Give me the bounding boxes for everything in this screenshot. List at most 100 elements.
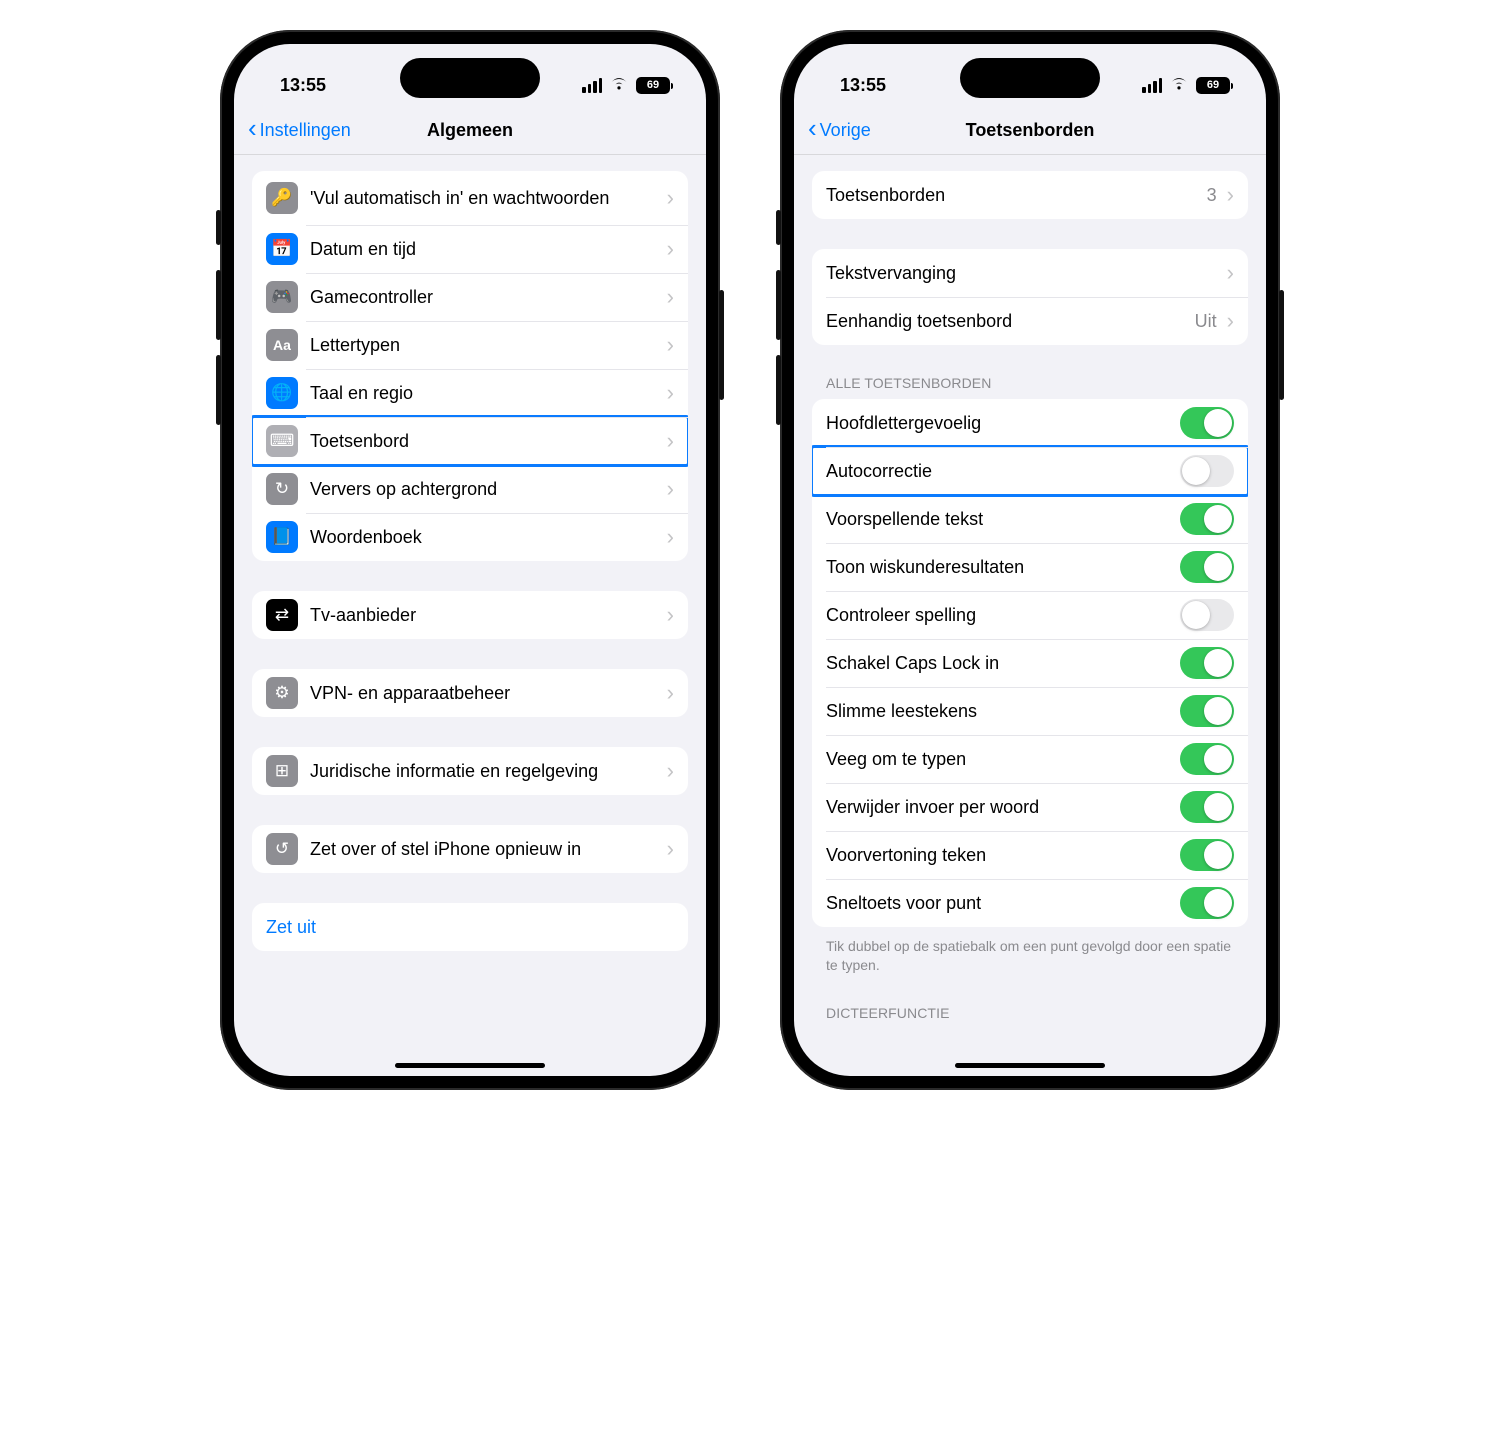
toggle-switch[interactable] xyxy=(1180,551,1234,583)
nav-bar: ‹ Instellingen Algemeen xyxy=(234,106,706,154)
back-label: Vorige xyxy=(820,120,871,141)
settings-content[interactable]: Toetsenborden3›Tekstvervanging›Eenhandig… xyxy=(794,155,1266,1076)
globe-icon: 🌐 xyxy=(266,377,298,409)
row-label: Taal en regio xyxy=(310,382,663,405)
settings-group: Zet uit xyxy=(252,903,688,951)
battery-icon: 69 xyxy=(1196,77,1230,94)
settings-toggle-row[interactable]: Voorspellende tekst xyxy=(812,495,1248,543)
settings-toggle-row[interactable]: Autocorrectie xyxy=(812,447,1248,495)
row-label: Datum en tijd xyxy=(310,238,663,261)
gear-icon: ⚙ xyxy=(266,677,298,709)
settings-row[interactable]: ⌨Toetsenbord› xyxy=(252,417,688,465)
row-label: Veeg om te typen xyxy=(826,748,1180,771)
settings-toggle-row[interactable]: Controleer spelling xyxy=(812,591,1248,639)
row-label: Juridische informatie en regelgeving xyxy=(310,760,663,783)
settings-link-row[interactable]: Zet uit xyxy=(252,903,688,951)
row-label: 'Vul automatisch in' en wachtwoorden xyxy=(310,183,663,214)
row-label: Zet uit xyxy=(266,916,674,939)
dynamic-island xyxy=(400,58,540,98)
toggle-switch[interactable] xyxy=(1180,791,1234,823)
toggle-switch[interactable] xyxy=(1180,599,1234,631)
settings-row[interactable]: 🎮Gamecontroller› xyxy=(252,273,688,321)
chevron-left-icon: ‹ xyxy=(248,113,257,144)
back-label: Instellingen xyxy=(260,120,351,141)
settings-row[interactable]: 🌐Taal en regio› xyxy=(252,369,688,417)
chevron-right-icon: › xyxy=(667,428,674,454)
phone-left: 13:55 69 ‹ Instellingen Algemeen 🔑 'Vul a… xyxy=(220,30,720,1090)
settings-row[interactable]: Tekstvervanging› xyxy=(812,249,1248,297)
phone-right: 13:55 69 ‹ Vorige Toetsenborden Toetsenb… xyxy=(780,30,1280,1090)
settings-toggle-row[interactable]: Slimme leestekens xyxy=(812,687,1248,735)
settings-group: ⊞Juridische informatie en regelgeving› xyxy=(252,747,688,795)
home-indicator[interactable] xyxy=(955,1063,1105,1068)
back-button[interactable]: ‹ Vorige xyxy=(808,116,871,144)
settings-toggle-row[interactable]: Verwijder invoer per woord xyxy=(812,783,1248,831)
status-time: 13:55 xyxy=(280,75,326,96)
chevron-right-icon: › xyxy=(667,836,674,862)
settings-row[interactable]: AaLettertypen› xyxy=(252,321,688,369)
row-label: Voorspellende tekst xyxy=(826,508,1180,531)
chevron-right-icon: › xyxy=(667,602,674,628)
home-indicator[interactable] xyxy=(395,1063,545,1068)
chevron-right-icon: › xyxy=(1227,182,1234,208)
toggle-switch[interactable] xyxy=(1180,887,1234,919)
settings-toggle-row[interactable]: Toon wiskunderesultaten xyxy=(812,543,1248,591)
wifi-icon xyxy=(609,76,629,94)
chevron-right-icon: › xyxy=(667,284,674,310)
settings-row[interactable]: 🔑 'Vul automatisch in' en wachtwoorden› xyxy=(252,171,688,225)
settings-row[interactable]: ⊞Juridische informatie en regelgeving› xyxy=(252,747,688,795)
chevron-right-icon: › xyxy=(667,524,674,550)
settings-toggle-row[interactable]: Voorvertoning teken xyxy=(812,831,1248,879)
nav-divider xyxy=(234,154,706,155)
settings-row[interactable]: Eenhandig toetsenbordUit› xyxy=(812,297,1248,345)
toggle-switch[interactable] xyxy=(1180,647,1234,679)
row-label: Hoofdlettergevoelig xyxy=(826,412,1180,435)
status-right: 69 xyxy=(582,76,670,94)
chevron-right-icon: › xyxy=(667,236,674,262)
settings-row[interactable]: ↺Zet over of stel iPhone opnieuw in› xyxy=(252,825,688,873)
settings-group: ↺Zet over of stel iPhone opnieuw in› xyxy=(252,825,688,873)
settings-row[interactable]: 📅 Datum en tijd› xyxy=(252,225,688,273)
back-button[interactable]: ‹ Instellingen xyxy=(248,116,351,144)
key-icon: 🔑 xyxy=(266,182,298,214)
row-label: Slimme leestekens xyxy=(826,700,1180,723)
nav-bar: ‹ Vorige Toetsenborden xyxy=(794,106,1266,154)
chevron-right-icon: › xyxy=(667,185,674,211)
settings-toggle-row[interactable]: Schakel Caps Lock in xyxy=(812,639,1248,687)
toggle-switch[interactable] xyxy=(1180,695,1234,727)
row-label: Toon wiskunderesultaten xyxy=(826,556,1180,579)
side-button xyxy=(719,290,724,400)
settings-row[interactable]: ⇄Tv-aanbieder› xyxy=(252,591,688,639)
toggle-switch[interactable] xyxy=(1180,743,1234,775)
settings-row[interactable]: ↻Ververs op achtergrond› xyxy=(252,465,688,513)
toggle-switch[interactable] xyxy=(1180,503,1234,535)
settings-toggle-row[interactable]: Hoofdlettergevoelig xyxy=(812,399,1248,447)
settings-row[interactable]: 📘Woordenboek› xyxy=(252,513,688,561)
settings-toggle-row[interactable]: Veeg om te typen xyxy=(812,735,1248,783)
row-label: Toetsenborden xyxy=(826,184,1207,207)
side-button xyxy=(776,210,781,245)
row-label: Sneltoets voor punt xyxy=(826,892,1180,915)
screen-right: 13:55 69 ‹ Vorige Toetsenborden Toetsenb… xyxy=(794,44,1266,1076)
calendar-icon: 📅 xyxy=(266,233,298,265)
settings-row[interactable]: Toetsenborden3 › xyxy=(812,171,1248,219)
row-label: Tekstvervanging xyxy=(826,262,1223,285)
nav-divider xyxy=(794,154,1266,155)
screen-left: 13:55 69 ‹ Instellingen Algemeen 🔑 'Vul a… xyxy=(234,44,706,1076)
side-button xyxy=(216,210,221,245)
chevron-right-icon: › xyxy=(667,332,674,358)
section-footer: Tik dubbel op de spatiebalk om een punt … xyxy=(812,937,1248,983)
settings-content[interactable]: 🔑'Vul automatisch in' en wachtwoorden›📅D… xyxy=(234,155,706,1076)
settings-group: Tekstvervanging›Eenhandig toetsenbordUit… xyxy=(812,249,1248,345)
chevron-right-icon: › xyxy=(1227,308,1234,334)
settings-row[interactable]: ⚙VPN- en apparaatbeheer› xyxy=(252,669,688,717)
section-header: DICTEERFUNCTIE xyxy=(812,1005,1248,1029)
toggle-switch[interactable] xyxy=(1180,455,1234,487)
toggle-switch[interactable] xyxy=(1180,407,1234,439)
toggle-switch[interactable] xyxy=(1180,839,1234,871)
settings-toggle-row[interactable]: Sneltoets voor punt xyxy=(812,879,1248,927)
side-button xyxy=(776,355,781,425)
refresh-icon: ↻ xyxy=(266,473,298,505)
row-value: 3 xyxy=(1207,185,1217,206)
side-button xyxy=(216,355,221,425)
